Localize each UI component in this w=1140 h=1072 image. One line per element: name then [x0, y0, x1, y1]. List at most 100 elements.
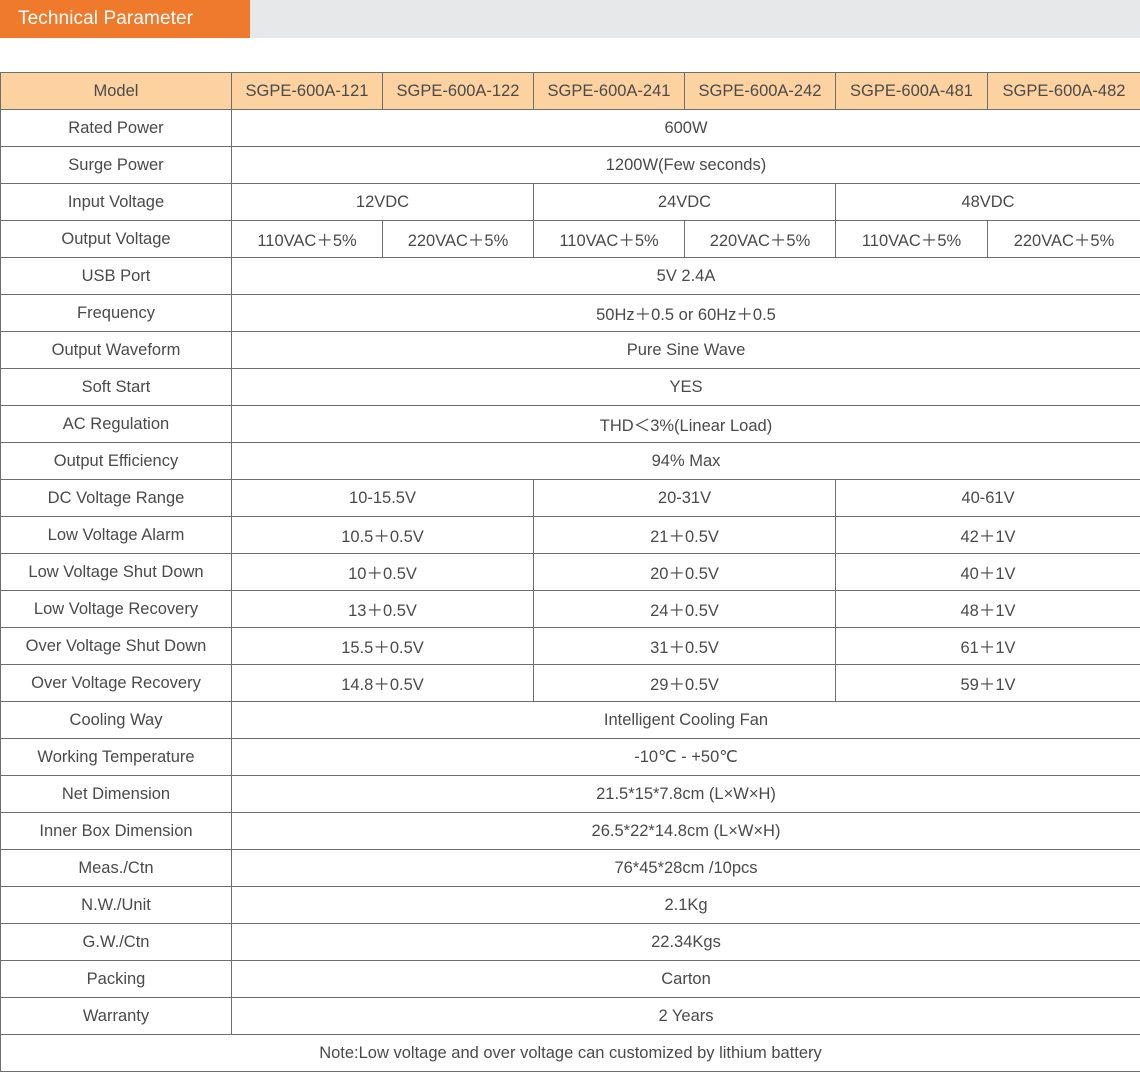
- cell-output-waveform-1: Pure Sine Wave: [232, 332, 1140, 369]
- cell-output-voltage-2: 220VAC＋5%: [383, 221, 534, 258]
- table-row: DC Voltage Range10-15.5V20-31V40-61V: [1, 480, 1140, 517]
- row-label-low-voltage-shut-down: Low Voltage Shut Down: [1, 554, 232, 591]
- row-label-g-w-ctn: G.W./Ctn: [1, 924, 232, 961]
- row-label-output-efficiency: Output Efficiency: [1, 443, 232, 480]
- banner-table-spacer: [0, 38, 1140, 72]
- cell-output-voltage-3: 110VAC＋5%: [534, 221, 685, 258]
- table-row: G.W./Ctn22.34Kgs: [1, 924, 1140, 961]
- row-label-usb-port: USB Port: [1, 258, 232, 295]
- table-row: USB Port5V 2.4A: [1, 258, 1140, 295]
- cell-dc-voltage-range-1: 10-15.5V: [232, 480, 534, 517]
- row-label-rated-power: Rated Power: [1, 110, 232, 147]
- table-row: Output WaveformPure Sine Wave: [1, 332, 1140, 369]
- row-label-net-dimension: Net Dimension: [1, 776, 232, 813]
- row-label-n-w-unit: N.W./Unit: [1, 887, 232, 924]
- cell-over-voltage-recovery-2: 29＋0.5V: [534, 665, 836, 702]
- cell-rated-power-1: 600W: [232, 110, 1140, 147]
- row-label-warranty: Warranty: [1, 998, 232, 1035]
- row-label-inner-box-dimension: Inner Box Dimension: [1, 813, 232, 850]
- cell-meas-ctn-1: 76*45*28cm /10pcs: [232, 850, 1140, 887]
- cell-n-w-unit-1: 2.1Kg: [232, 887, 1140, 924]
- table-row: Inner Box Dimension26.5*22*14.8cm (L×W×H…: [1, 813, 1140, 850]
- row-label-output-voltage: Output Voltage: [1, 221, 232, 258]
- cell-over-voltage-shut-down-2: 31＋0.5V: [534, 628, 836, 665]
- row-label-output-waveform: Output Waveform: [1, 332, 232, 369]
- table-row: Net Dimension21.5*15*7.8cm (L×W×H): [1, 776, 1140, 813]
- cell-over-voltage-shut-down-1: 15.5＋0.5V: [232, 628, 534, 665]
- table-row: AC RegulationTHD＜3%(Linear Load): [1, 406, 1140, 443]
- table-row: Cooling WayIntelligent Cooling Fan: [1, 702, 1140, 739]
- cell-dc-voltage-range-3: 40-61V: [836, 480, 1140, 517]
- cell-low-voltage-recovery-3: 48＋1V: [836, 591, 1140, 628]
- row-label-dc-voltage-range: DC Voltage Range: [1, 480, 232, 517]
- cell-input-voltage-2: 24VDC: [534, 184, 836, 221]
- table-row: Low Voltage Alarm10.5＋0.5V21＋0.5V42＋1V: [1, 517, 1140, 554]
- table-row: Working Temperature-10℃ - +50℃: [1, 739, 1140, 776]
- cell-net-dimension-1: 21.5*15*7.8cm (L×W×H): [232, 776, 1140, 813]
- table-row: Rated Power600W: [1, 110, 1140, 147]
- cell-soft-start-1: YES: [232, 369, 1140, 406]
- cell-frequency-1: 50Hz＋0.5 or 60Hz＋0.5: [232, 295, 1140, 332]
- row-label-cooling-way: Cooling Way: [1, 702, 232, 739]
- header-cell-model-1: SGPE-600A-121: [232, 73, 383, 110]
- table-row: Output Efficiency94% Max: [1, 443, 1140, 480]
- header-cell-model-4: SGPE-600A-242: [685, 73, 836, 110]
- cell-low-voltage-shut-down-2: 20＋0.5V: [534, 554, 836, 591]
- cell-low-voltage-alarm-1: 10.5＋0.5V: [232, 517, 534, 554]
- cell-input-voltage-1: 12VDC: [232, 184, 534, 221]
- cell-surge-power-1: 1200W(Few seconds): [232, 147, 1140, 184]
- cell-low-voltage-shut-down-3: 40＋1V: [836, 554, 1140, 591]
- technical-parameter-tab[interactable]: Technical Parameter: [0, 0, 250, 38]
- cell-output-efficiency-1: 94% Max: [232, 443, 1140, 480]
- header-cell-model: Model: [1, 73, 232, 110]
- cell-low-voltage-recovery-2: 24＋0.5V: [534, 591, 836, 628]
- cell-output-voltage-1: 110VAC＋5%: [232, 221, 383, 258]
- table-row: Meas./Ctn76*45*28cm /10pcs: [1, 850, 1140, 887]
- row-label-low-voltage-recovery: Low Voltage Recovery: [1, 591, 232, 628]
- cell-packing-1: Carton: [232, 961, 1140, 998]
- cell-over-voltage-recovery-3: 59＋1V: [836, 665, 1140, 702]
- table-row: Frequency50Hz＋0.5 or 60Hz＋0.5: [1, 295, 1140, 332]
- table-header-row: Model SGPE-600A-121 SGPE-600A-122 SGPE-6…: [1, 73, 1140, 110]
- table-row: Low Voltage Shut Down10＋0.5V20＋0.5V40＋1V: [1, 554, 1140, 591]
- row-label-packing: Packing: [1, 961, 232, 998]
- cell-low-voltage-recovery-1: 13＋0.5V: [232, 591, 534, 628]
- row-label-surge-power: Surge Power: [1, 147, 232, 184]
- header-cell-model-2: SGPE-600A-122: [383, 73, 534, 110]
- table-row: Low Voltage Recovery13＋0.5V24＋0.5V48＋1V: [1, 591, 1140, 628]
- technical-parameter-tab-label: Technical Parameter: [0, 8, 193, 30]
- table-row: Warranty2 Years: [1, 998, 1140, 1035]
- table-row: PackingCarton: [1, 961, 1140, 998]
- cell-input-voltage-3: 48VDC: [836, 184, 1140, 221]
- cell-low-voltage-alarm-2: 21＋0.5V: [534, 517, 836, 554]
- row-label-over-voltage-shut-down: Over Voltage Shut Down: [1, 628, 232, 665]
- table-row: Output Voltage110VAC＋5%220VAC＋5%110VAC＋5…: [1, 221, 1140, 258]
- technical-parameter-table: Model SGPE-600A-121 SGPE-600A-122 SGPE-6…: [0, 72, 1140, 1072]
- cell-over-voltage-shut-down-3: 61＋1V: [836, 628, 1140, 665]
- table-note: Note:Low voltage and over voltage can cu…: [1, 1035, 1140, 1072]
- page-banner: Technical Parameter: [0, 0, 1140, 38]
- table-note-row: Note:Low voltage and over voltage can cu…: [1, 1035, 1140, 1072]
- table-row: Soft StartYES: [1, 369, 1140, 406]
- table-row: Over Voltage Recovery14.8＋0.5V29＋0.5V59＋…: [1, 665, 1140, 702]
- cell-inner-box-dimension-1: 26.5*22*14.8cm (L×W×H): [232, 813, 1140, 850]
- row-label-low-voltage-alarm: Low Voltage Alarm: [1, 517, 232, 554]
- header-cell-model-5: SGPE-600A-481: [836, 73, 988, 110]
- table-row: N.W./Unit2.1Kg: [1, 887, 1140, 924]
- cell-ac-regulation-1: THD＜3%(Linear Load): [232, 406, 1140, 443]
- row-label-working-temperature: Working Temperature: [1, 739, 232, 776]
- cell-output-voltage-4: 220VAC＋5%: [685, 221, 836, 258]
- row-label-soft-start: Soft Start: [1, 369, 232, 406]
- row-label-frequency: Frequency: [1, 295, 232, 332]
- cell-output-voltage-6: 220VAC＋5%: [988, 221, 1140, 258]
- cell-working-temperature-1: -10℃ - +50℃: [232, 739, 1140, 776]
- cell-low-voltage-alarm-3: 42＋1V: [836, 517, 1140, 554]
- header-cell-model-6: SGPE-600A-482: [988, 73, 1140, 110]
- cell-cooling-way-1: Intelligent Cooling Fan: [232, 702, 1140, 739]
- cell-g-w-ctn-1: 22.34Kgs: [232, 924, 1140, 961]
- table-row: Over Voltage Shut Down15.5＋0.5V31＋0.5V61…: [1, 628, 1140, 665]
- row-label-ac-regulation: AC Regulation: [1, 406, 232, 443]
- cell-usb-port-1: 5V 2.4A: [232, 258, 1140, 295]
- table-header: Model SGPE-600A-121 SGPE-600A-122 SGPE-6…: [1, 73, 1140, 110]
- table-row: Input Voltage12VDC24VDC48VDC: [1, 184, 1140, 221]
